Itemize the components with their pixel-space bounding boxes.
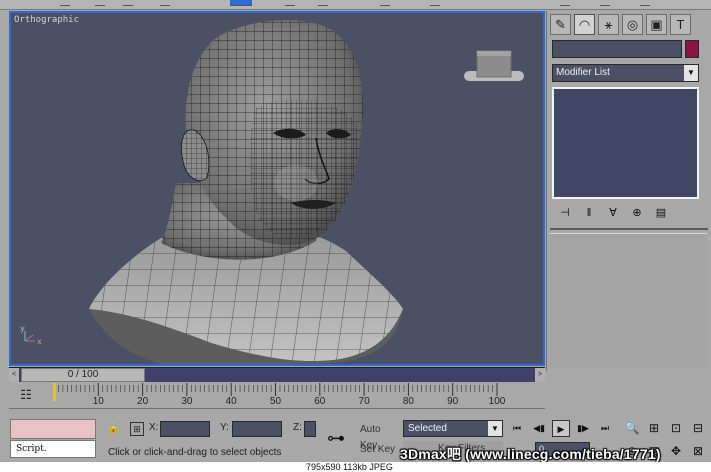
object-name-field[interactable] — [552, 40, 682, 58]
ruler-tick-label: 80 — [402, 396, 414, 407]
app-window: y x Orthographic ✎ ◠ ⚹ ◎ ▣ T Modifier Li… — [0, 0, 711, 472]
toolbar-button[interactable] — [160, 0, 170, 6]
ruler-tick-label: 60 — [314, 396, 326, 407]
maxscript-listener-field[interactable] — [10, 419, 96, 439]
ruler-tick-label: 40 — [225, 396, 237, 407]
play-icon[interactable]: ▶ — [552, 420, 570, 437]
configure-sets-icon[interactable]: ▤ — [652, 205, 670, 221]
go-to-end-icon[interactable]: ⏭ — [596, 420, 614, 437]
ruler-tick-label: 70 — [358, 396, 370, 407]
main-toolbar — [0, 0, 711, 10]
previous-key-icon[interactable]: ◀▮ — [530, 420, 548, 437]
maximize-viewport-icon[interactable]: ⊠ — [688, 441, 708, 461]
pin-stack-icon[interactable]: ⊣ — [556, 205, 574, 221]
track-bar[interactable]: ☷ 10 20 30 40 50 60 70 80 90 100 — [9, 383, 545, 409]
axis-tripod-icon: y x — [20, 324, 42, 346]
select-tool-button[interactable] — [230, 0, 252, 6]
command-panel-tabs: ✎ ◠ ⚹ ◎ ▣ T — [550, 14, 706, 36]
auto-key-button[interactable]: Auto Key — [358, 422, 400, 451]
ruler-tick-label: 20 — [137, 396, 149, 407]
image-caption: 795x590 113kb JPEG — [306, 462, 393, 472]
prompt-line: Click or click-and-drag to select object… — [108, 447, 282, 458]
viewport-label[interactable]: Orthographic — [14, 15, 79, 25]
playback-controls: ⏮ ◀▮ ▶ ▮▶ ⏭ — [508, 420, 620, 438]
toolbar-button[interactable] — [560, 0, 570, 6]
panel-divider — [550, 228, 708, 230]
coord-y-label: Y: — [220, 422, 229, 433]
utilities-tab-icon[interactable]: T — [670, 14, 691, 35]
coord-x-field[interactable] — [160, 421, 210, 437]
modifier-list-dropdown[interactable]: Modifier List ▼ — [552, 64, 699, 82]
hierarchy-tab-icon[interactable]: ⚹ — [598, 14, 619, 35]
ruler-tick-label: 90 — [447, 396, 459, 407]
coord-z-label: Z: — [293, 422, 302, 433]
zoom-all-icon[interactable]: ⊞ — [644, 418, 664, 438]
ruler-tick-label: 100 — [488, 396, 506, 407]
viewcube-icon[interactable] — [464, 50, 524, 81]
toolbar-button[interactable] — [640, 0, 650, 6]
next-key-icon[interactable]: ▮▶ — [574, 420, 592, 437]
coord-y-field[interactable] — [232, 421, 282, 437]
stack-tools: ⊣ ‖ ∀ ⊕ ▤ — [552, 204, 699, 222]
toolbar-button[interactable] — [285, 0, 295, 6]
toolbar-button[interactable] — [123, 0, 133, 6]
display-tab-icon[interactable]: ▣ — [646, 14, 667, 35]
modifier-list-label: Modifier List — [556, 67, 610, 78]
lock-selection-icon[interactable]: 🔒 — [107, 422, 119, 436]
key-selection-value: Selected — [408, 423, 447, 434]
zoom-extents-icon[interactable]: ⊡ — [666, 418, 686, 438]
previous-frame-button[interactable]: < — [9, 368, 19, 382]
time-slider[interactable]: < 0 / 100 > — [9, 367, 545, 382]
toolbar-button[interactable] — [380, 0, 390, 6]
motion-tab-icon[interactable]: ◎ — [622, 14, 643, 35]
absolute-mode-icon[interactable]: ⊞ — [130, 422, 144, 436]
go-to-start-icon[interactable]: ⏮ — [508, 420, 526, 437]
toolbar-button[interactable] — [600, 0, 610, 6]
time-slider-thumb[interactable]: 0 / 100 — [21, 368, 145, 382]
remove-modifier-icon[interactable]: ⊕ — [628, 205, 646, 221]
zoom-extents-all-icon[interactable]: ⊟ — [688, 418, 708, 438]
perspective-viewport[interactable]: y x Orthographic — [9, 11, 545, 366]
chevron-down-icon[interactable]: ▼ — [683, 65, 698, 81]
command-panel: ✎ ◠ ⚹ ◎ ▣ T Modifier List ▼ ⊣ ‖ ∀ ⊕ ▤ — [546, 11, 711, 371]
create-tab-icon[interactable]: ✎ — [550, 14, 571, 35]
current-frame-marker[interactable] — [53, 383, 56, 401]
make-unique-icon[interactable]: ∀ — [604, 205, 622, 221]
set-key-button[interactable]: Set Key — [358, 442, 400, 458]
toolbar-button[interactable] — [318, 0, 328, 6]
maxscript-mini-listener[interactable]: Script. — [10, 440, 96, 458]
ruler-tick-label: 30 — [181, 396, 193, 407]
chevron-down-icon[interactable]: ▼ — [488, 421, 502, 436]
rollout-area[interactable] — [550, 233, 707, 368]
ruler-tick-label: 10 — [92, 396, 104, 407]
key-mode-icon[interactable]: ⊶ — [318, 424, 354, 452]
coord-z-field[interactable] — [304, 421, 316, 437]
watermark-text: 3Dmax吧 (www.linecg.com/tieba/1771) — [400, 446, 661, 462]
next-frame-button[interactable]: > — [535, 368, 545, 382]
svg-text:y: y — [20, 324, 25, 333]
modifier-stack-list[interactable] — [552, 87, 699, 199]
ruler-tick-label: 50 — [269, 396, 282, 407]
zoom-icon[interactable]: 🔍 — [622, 418, 642, 438]
toolbar-button[interactable] — [95, 0, 105, 6]
coord-x-label: X: — [149, 422, 159, 433]
pan-icon[interactable]: ✥ — [666, 441, 686, 461]
toolbar-button[interactable] — [60, 0, 70, 6]
svg-text:x: x — [37, 337, 42, 346]
key-selection-dropdown[interactable]: Selected ▼ — [403, 420, 503, 437]
modify-tab-icon[interactable]: ◠ — [574, 14, 595, 35]
object-color-swatch[interactable] — [685, 40, 699, 58]
show-end-result-icon[interactable]: ‖ — [580, 205, 598, 221]
toolbar-button[interactable] — [430, 0, 440, 6]
head-mesh-model[interactable]: y x — [11, 13, 543, 364]
